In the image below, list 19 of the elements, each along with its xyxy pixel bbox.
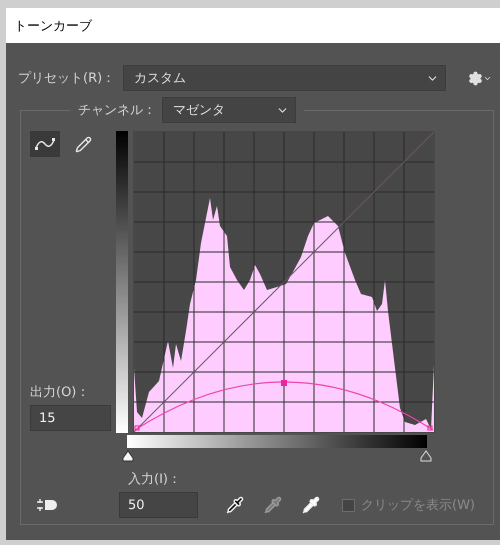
slider-handle[interactable] [122,450,134,462]
curve-icon [35,138,55,150]
input-label: 入力(I)： [128,472,181,487]
window-title: トーンカーブ [14,18,92,34]
preset-dropdown[interactable]: カスタム [123,65,446,91]
curve-graph[interactable] [133,131,435,433]
output-label: 出力(O)： [30,384,90,401]
channel-dropdown[interactable]: マゼンタ [162,97,296,123]
output-field[interactable]: 15 [30,405,111,431]
preset-label: プリセット(R)： [18,70,116,87]
input-field[interactable]: 50 [119,492,198,518]
curve-point[interactable] [428,426,432,430]
channel-label: チャンネル： [78,102,156,119]
pencil-icon [74,136,92,152]
eyedropper-icon[interactable] [226,496,244,514]
settings-icon[interactable] [468,70,492,86]
curve-point[interactable] [134,426,140,430]
eyedropper-icon[interactable] [302,496,320,514]
curve-tool-button[interactable] [30,131,60,157]
